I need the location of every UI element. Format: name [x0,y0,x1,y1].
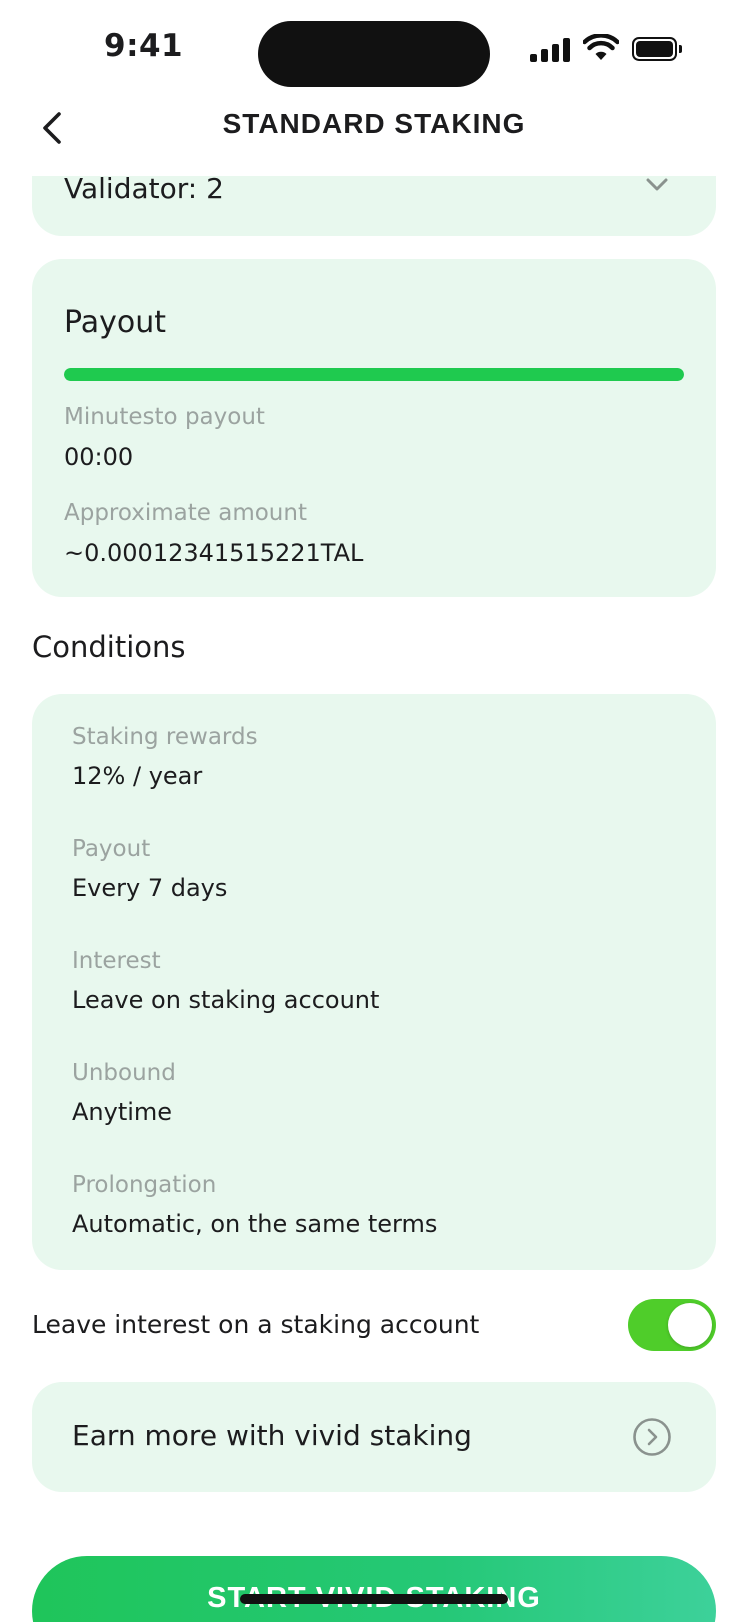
staking-screen: Validator: 2 9:41 STANDARD STAKING Payou… [0,0,748,1622]
toggle-knob [668,1303,712,1347]
cellular-signal-icon [530,38,572,62]
vivid-staking-label: Earn more with vivid staking [72,1419,472,1452]
condition-label: Interest [72,948,161,974]
status-time: 9:41 [104,28,184,64]
condition-label: Staking rewards [72,724,258,750]
chevron-down-icon [646,178,668,191]
condition-label: Prolongation [72,1172,217,1198]
condition-value: Automatic, on the same terms [72,1210,438,1238]
minutes-to-payout-value: 00:00 [64,443,134,471]
conditions-card: Staking rewards 12% / year Payout Every … [32,694,716,1270]
status-bar: 9:41 [0,0,748,100]
payout-progress-bar [64,368,684,381]
home-indicator [240,1594,508,1604]
top-navigation: STANDARD STAKING [0,100,748,176]
approximate-amount-value: ~0.00012341515221TAL [64,539,364,567]
vivid-staking-link[interactable]: Earn more with vivid staking [32,1382,716,1492]
condition-value: 12% / year [72,762,203,790]
condition-value: Every 7 days [72,874,228,902]
page-title: STANDARD STAKING [222,108,526,139]
validator-value: Validator: 2 [64,172,224,205]
dynamic-island [258,21,490,87]
minutes-to-payout-label: Minutesto payout [64,404,265,430]
start-vivid-staking-button[interactable]: START VIVID STAKING [32,1556,716,1622]
leave-interest-toggle[interactable] [628,1299,716,1351]
chevron-right-circle-icon [633,1418,671,1456]
approximate-amount-label: Approximate amount [64,500,307,526]
condition-label: Payout [72,836,151,862]
wifi-icon [583,34,619,60]
condition-label: Unbound [72,1060,176,1086]
condition-value: Leave on staking account [72,986,380,1014]
conditions-title: Conditions [32,630,186,664]
condition-value: Anytime [72,1098,173,1126]
battery-icon [632,37,682,61]
payout-title: Payout [64,305,167,340]
payout-progress-fill [64,368,684,381]
leave-interest-label: Leave interest on a staking account [32,1310,480,1339]
payout-card: Payout Minutesto payout 00:00 Approximat… [32,259,716,597]
